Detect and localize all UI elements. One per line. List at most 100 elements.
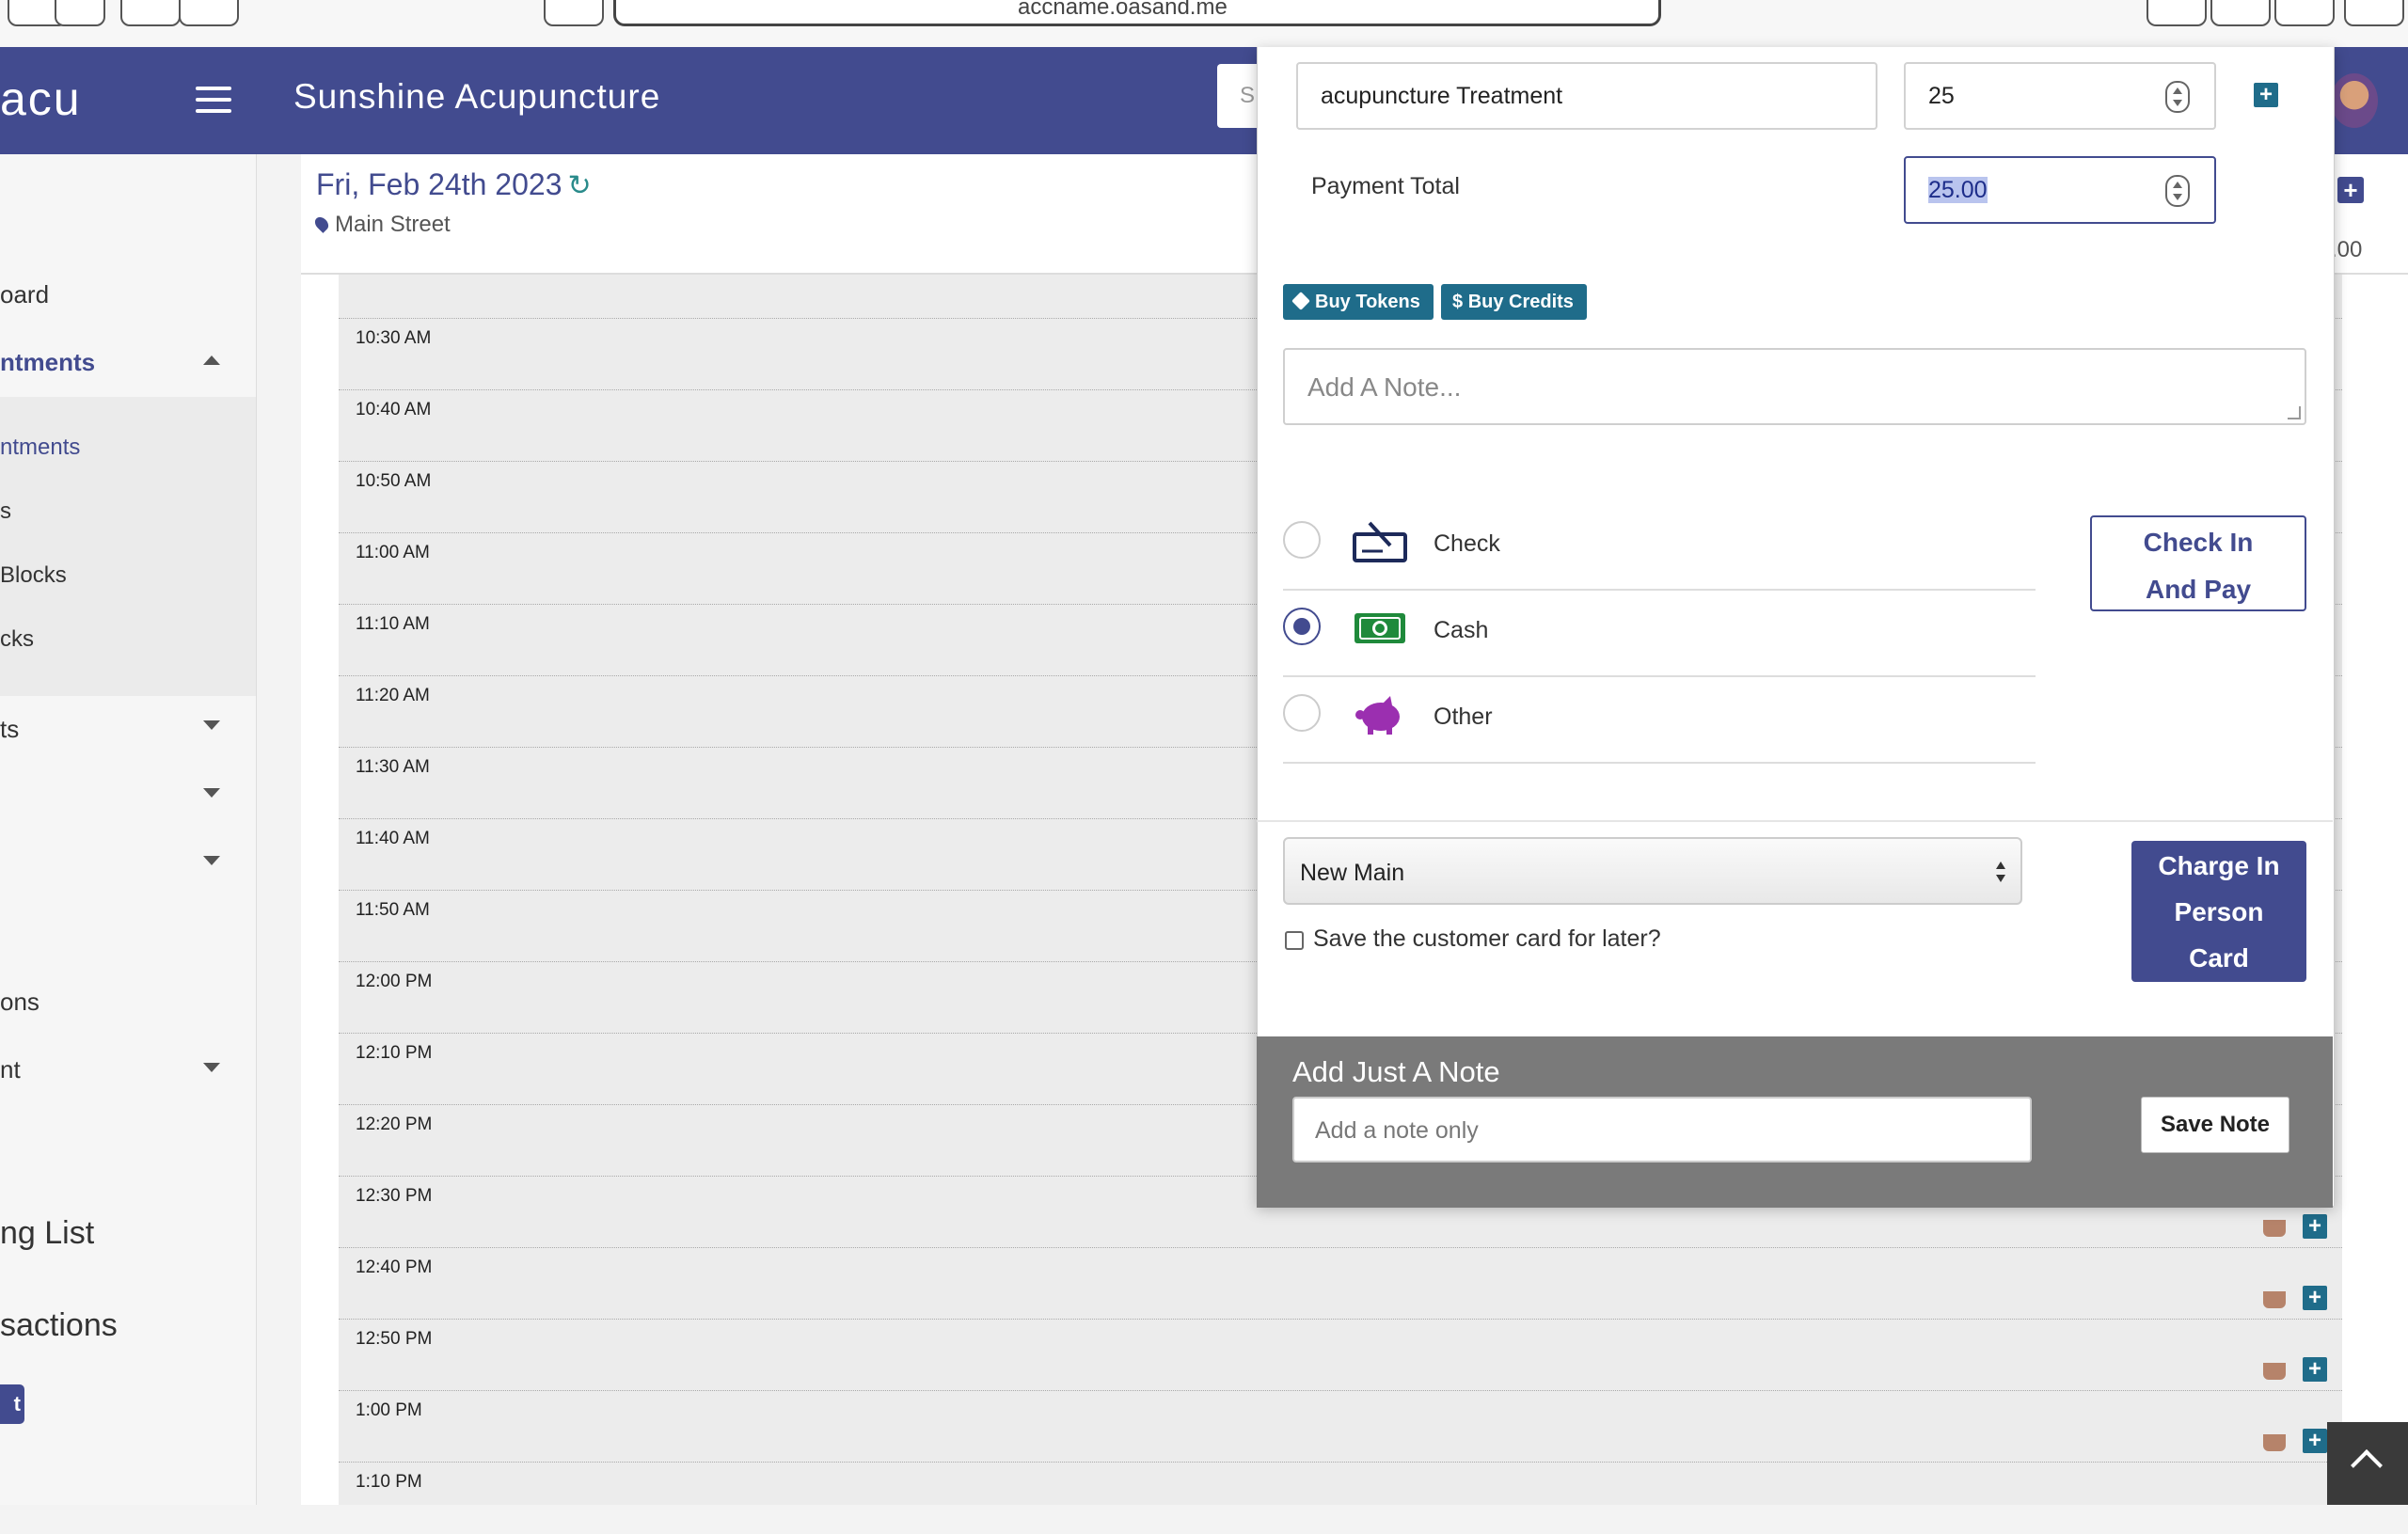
sidebar-item-options[interactable]: ons — [0, 988, 40, 1017]
scroll-to-top-button[interactable] — [2327, 1422, 2408, 1505]
time-label: 11:00 AM — [356, 543, 430, 562]
note-textarea[interactable]: Add A Note... — [1283, 348, 2306, 425]
sidebar-subitem-2[interactable]: s — [0, 498, 11, 525]
url-text: accname.oasand.me — [1018, 0, 1228, 20]
chevron-down-icon[interactable] — [203, 856, 220, 865]
refresh-icon[interactable]: ↻ — [567, 170, 591, 201]
time-slot[interactable]: 1:00 PM + — [339, 1390, 2342, 1463]
radio-other[interactable] — [1283, 694, 1321, 732]
chevron-up-icon[interactable] — [203, 356, 220, 365]
coffee-break-icon[interactable] — [2263, 1363, 2286, 1380]
location: Main Street — [312, 212, 451, 238]
add-appointment-button[interactable]: + — [2337, 177, 2364, 203]
payment-total-label: Payment Total — [1311, 173, 1460, 199]
service-qty-value: 25 — [1928, 83, 1955, 109]
just-note-input[interactable]: Add a note only — [1292, 1097, 2032, 1162]
coffee-break-icon[interactable] — [2263, 1434, 2286, 1451]
time-slot[interactable]: 12:50 PM + — [339, 1319, 2342, 1391]
add-slot-button[interactable]: + — [2303, 1286, 2327, 1310]
map-pin-icon — [312, 214, 331, 233]
logo[interactable]: acu — [0, 71, 82, 126]
service-name-value: acupuncture Treatment — [1321, 83, 1563, 109]
add-service-button[interactable]: + — [2254, 83, 2278, 107]
time-label: 10:50 AM — [356, 471, 432, 491]
add-slot-button[interactable]: + — [2303, 1429, 2327, 1453]
time-label: 11:30 AM — [356, 757, 430, 777]
date-text: Fri, Feb 24th 2023 — [316, 167, 562, 201]
chevron-down-icon[interactable] — [203, 1063, 220, 1072]
buy-tokens-button[interactable]: Buy Tokens — [1283, 284, 1434, 320]
tabs-overview-icon[interactable] — [2344, 0, 2404, 26]
browser-toolbar: accname.oasand.me — [0, 0, 2408, 48]
payment-total-value: 25.00 — [1928, 177, 1988, 203]
extension-icon[interactable] — [2210, 0, 2271, 26]
number-stepper-icon[interactable] — [2165, 81, 2190, 113]
share-icon[interactable] — [2274, 0, 2335, 26]
payment-total-field[interactable]: 25.00 — [1904, 156, 2216, 224]
radio-cash[interactable] — [1283, 608, 1321, 645]
time-label: 10:40 AM — [356, 400, 432, 419]
coffee-break-icon[interactable] — [2263, 1291, 2286, 1308]
payment-method-other[interactable]: Other — [1283, 675, 2036, 764]
sidebar-subitem-appointments[interactable]: ntments — [0, 435, 80, 461]
add-slot-button[interactable]: + — [2303, 1214, 2327, 1239]
save-card-label[interactable]: Save the customer card for later? — [1313, 925, 1661, 953]
sidebar-item-waiting-list[interactable]: ng List — [0, 1215, 94, 1252]
card-reader-select[interactable]: New Main — [1283, 837, 2022, 905]
sidebar-subitem-blocks[interactable]: Blocks — [0, 562, 67, 589]
calendar-date: Fri, Feb 24th 2023 ↻ — [316, 167, 592, 202]
radio-check[interactable] — [1283, 521, 1321, 559]
time-label: 11:20 AM — [356, 686, 430, 705]
service-name-field[interactable]: acupuncture Treatment — [1296, 62, 1877, 130]
chevron-down-icon[interactable] — [203, 788, 220, 798]
sidebar-item-dashboard[interactable]: oard — [0, 280, 49, 309]
privacy-shield-icon[interactable] — [544, 0, 604, 26]
number-stepper-icon[interactable] — [2165, 175, 2190, 207]
divider — [1257, 820, 2333, 822]
time-label: 11:10 AM — [356, 614, 430, 634]
method-label: Cash — [1434, 617, 1489, 643]
hamburger-menu-icon[interactable] — [196, 87, 231, 115]
save-note-button[interactable]: Save Note — [2141, 1097, 2289, 1153]
chevron-down-icon[interactable] — [203, 720, 220, 730]
tag-icon — [1291, 292, 1310, 310]
just-note-title: Add Just A Note — [1292, 1055, 1500, 1088]
time-slot[interactable]: 12:40 PM + — [339, 1247, 2342, 1320]
back-button[interactable] — [120, 0, 181, 26]
time-slot[interactable]: 1:10 PM — [339, 1462, 2342, 1534]
just-note-placeholder: Add a note only — [1315, 1117, 1479, 1144]
piggy-bank-icon — [1355, 696, 1400, 735]
time-label: 10:30 AM — [356, 328, 432, 348]
download-icon[interactable] — [2147, 0, 2207, 26]
check-writing-icon — [1353, 521, 1407, 562]
sidebar-item-transactions[interactable]: sactions — [0, 1307, 118, 1344]
selected-value: New Main — [1300, 860, 1405, 886]
location-text: Main Street — [335, 212, 451, 237]
check-in-and-pay-button[interactable]: Check In And Pay — [2090, 515, 2306, 611]
time-label: 12:50 PM — [356, 1329, 433, 1349]
avatar[interactable] — [2331, 73, 2378, 128]
sidebar-subitem-4[interactable]: cks — [0, 626, 34, 653]
resize-handle-icon[interactable] — [2288, 406, 2301, 419]
sidebar-item-clients[interactable]: ts — [0, 715, 19, 744]
method-label: Other — [1434, 704, 1493, 730]
sidebar-button[interactable]: t — [0, 1384, 24, 1424]
buy-credits-button[interactable]: $ Buy Credits — [1441, 284, 1587, 320]
time-label: 1:10 PM — [356, 1472, 422, 1492]
tab-button[interactable] — [55, 0, 105, 26]
time-label: 11:50 AM — [356, 900, 430, 920]
sidebar-item-account[interactable]: nt — [0, 1055, 21, 1084]
payment-method-check[interactable]: Check — [1283, 502, 2036, 591]
time-label: 12:00 PM — [356, 972, 433, 991]
sidebar-item-appointments[interactable]: ntments — [0, 348, 95, 377]
service-qty-field[interactable]: 25 — [1904, 62, 2216, 130]
add-slot-button[interactable]: + — [2303, 1357, 2327, 1382]
coffee-break-icon[interactable] — [2263, 1220, 2286, 1237]
payment-method-cash[interactable]: Cash — [1283, 589, 2036, 677]
time-label: 12:10 PM — [356, 1043, 433, 1063]
time-label: 1:00 PM — [356, 1400, 422, 1420]
charge-in-person-card-button[interactable]: Charge In Person Card — [2131, 841, 2306, 982]
time-label: 11:40 AM — [356, 829, 430, 848]
forward-button[interactable] — [179, 0, 239, 26]
save-card-checkbox[interactable] — [1285, 931, 1304, 950]
